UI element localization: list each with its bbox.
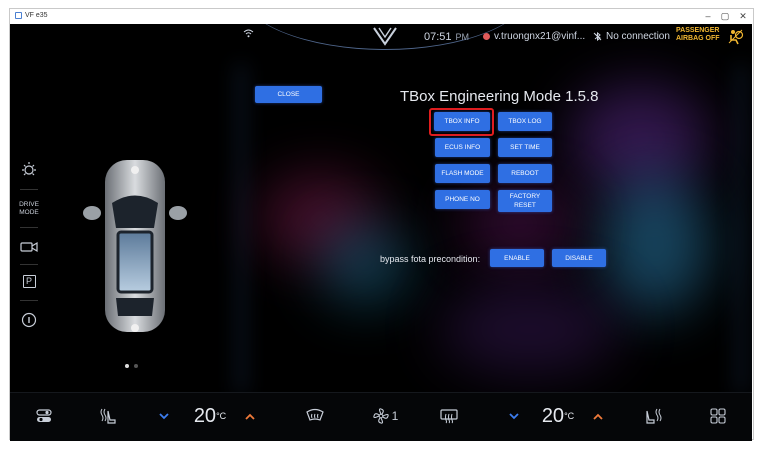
right-temp-down-button[interactable]	[508, 403, 520, 429]
vinfast-logo-icon	[373, 27, 397, 46]
bg-stripe	[738, 64, 744, 394]
chevron-down-icon	[159, 412, 169, 419]
user-account[interactable]: v.truongnx21@vinf...	[483, 31, 585, 42]
clock: 07:51 PM	[424, 31, 469, 43]
fan-level: 1	[391, 409, 399, 423]
connection-label: No connection	[606, 31, 670, 42]
left-temperature: 20 °C	[190, 403, 230, 429]
park-button[interactable]: P	[16, 275, 42, 288]
sun-icon	[22, 162, 36, 176]
clock-time: 07:51	[424, 31, 452, 43]
left-temp-unit: °C	[216, 411, 227, 421]
bg-glow	[320, 224, 410, 304]
chevron-up-icon	[245, 413, 255, 420]
fan-speed-button[interactable]: 1	[370, 403, 400, 429]
window-title: VF e35	[15, 12, 48, 19]
airbag-line2: AIRBAG OFF	[676, 35, 720, 42]
toggle-settings-icon	[36, 409, 52, 422]
right-temp-value: 20	[541, 404, 565, 427]
page-title: TBox Engineering Mode 1.5.8	[400, 88, 599, 105]
clock-ampm: PM	[455, 32, 470, 42]
airbag-status: PASSENGER AIRBAG OFF	[676, 27, 720, 43]
window-title-text: VF e35	[25, 12, 48, 19]
bg-glow	[600, 174, 710, 314]
info-button[interactable]	[16, 312, 42, 333]
user-email: v.truongnx21@vinf...	[494, 31, 586, 42]
page-indicator	[125, 364, 138, 368]
disable-button[interactable]: DISABLE	[552, 249, 606, 267]
close-button[interactable]: CLOSE	[255, 86, 322, 103]
chevron-up-icon	[593, 413, 603, 420]
divider	[20, 264, 38, 265]
apps-grid-button[interactable]	[708, 403, 728, 429]
rear-defrost-button[interactable]	[438, 403, 460, 429]
drive-mode-line2: MODE	[19, 209, 39, 216]
camera-button[interactable]	[16, 240, 42, 258]
left-seat-heat-button[interactable]	[96, 403, 118, 429]
close-window-button[interactable]: ✕	[735, 11, 751, 22]
tbox-info-button[interactable]: TBOX INFO	[434, 112, 490, 131]
status-bar: 07:51 PM v.truongnx21@vinf... No connect…	[10, 24, 752, 50]
left-temp-up-button[interactable]	[244, 403, 256, 429]
window-titlebar: VF e35 – ▢ ✕	[10, 9, 753, 25]
wifi-icon	[243, 29, 254, 38]
front-defrost-button[interactable]	[304, 403, 326, 429]
car-screen: 07:51 PM v.truongnx21@vinf... No connect…	[10, 24, 752, 441]
flash-mode-button[interactable]: FLASH MODE	[435, 164, 490, 183]
camera-icon	[20, 241, 38, 253]
user-status-icon	[483, 33, 490, 40]
app-icon	[15, 12, 22, 19]
info-icon	[21, 312, 37, 328]
factory-reset-line1: FACTORY	[509, 193, 541, 200]
seat-heat-icon	[646, 408, 662, 424]
park-label: P	[22, 275, 36, 288]
minimize-button[interactable]: –	[700, 11, 716, 22]
divider	[20, 227, 38, 228]
bluetooth-off-icon	[593, 32, 602, 41]
connection-status: No connection	[593, 31, 670, 42]
fan-icon	[372, 408, 389, 424]
chevron-down-icon	[509, 412, 519, 419]
divider	[20, 189, 38, 190]
phone-no-button[interactable]: PHONE NO	[435, 190, 490, 209]
bg-stripe	[238, 64, 244, 394]
bg-glow	[440, 284, 620, 374]
right-temperature: 20 °C	[538, 403, 578, 429]
left-temp-value: 20	[193, 404, 217, 427]
ecus-info-button[interactable]: ECUS INFO	[435, 138, 490, 157]
car-top-view	[83, 160, 187, 332]
divider	[20, 300, 38, 301]
enable-button[interactable]: ENABLE	[490, 249, 544, 267]
settings-toggle-button[interactable]	[34, 403, 54, 429]
front-defrost-icon	[306, 408, 324, 421]
left-temp-down-button[interactable]	[158, 403, 170, 429]
airbag-off-icon	[728, 29, 744, 45]
factory-reset-line2: RESET	[514, 202, 536, 209]
page-dot[interactable]	[134, 364, 138, 368]
set-time-button[interactable]: SET TIME	[498, 138, 552, 157]
right-temp-unit: °C	[564, 411, 575, 421]
drive-mode-button[interactable]: DRIVE MODE	[16, 201, 42, 217]
grid-icon	[710, 408, 726, 424]
bypass-fota-label: bypass fota precondition:	[380, 254, 481, 264]
seat-heat-icon	[100, 408, 116, 424]
page-dot-active[interactable]	[125, 364, 129, 368]
right-seat-heat-button[interactable]	[644, 403, 666, 429]
rear-defrost-icon	[440, 409, 458, 424]
maximize-button[interactable]: ▢	[717, 11, 733, 22]
airbag-line1: PASSENGER	[676, 27, 720, 34]
tbox-log-button[interactable]: TBOX LOG	[498, 112, 552, 131]
climate-bar: 20 °C 1 20 °C	[10, 392, 752, 441]
reboot-button[interactable]: REBOOT	[498, 164, 552, 183]
drive-mode-line1: DRIVE	[19, 201, 39, 208]
right-temp-up-button[interactable]	[592, 403, 604, 429]
factory-reset-button[interactable]: FACTORY RESET	[498, 190, 552, 212]
headlight-button[interactable]	[16, 160, 42, 183]
